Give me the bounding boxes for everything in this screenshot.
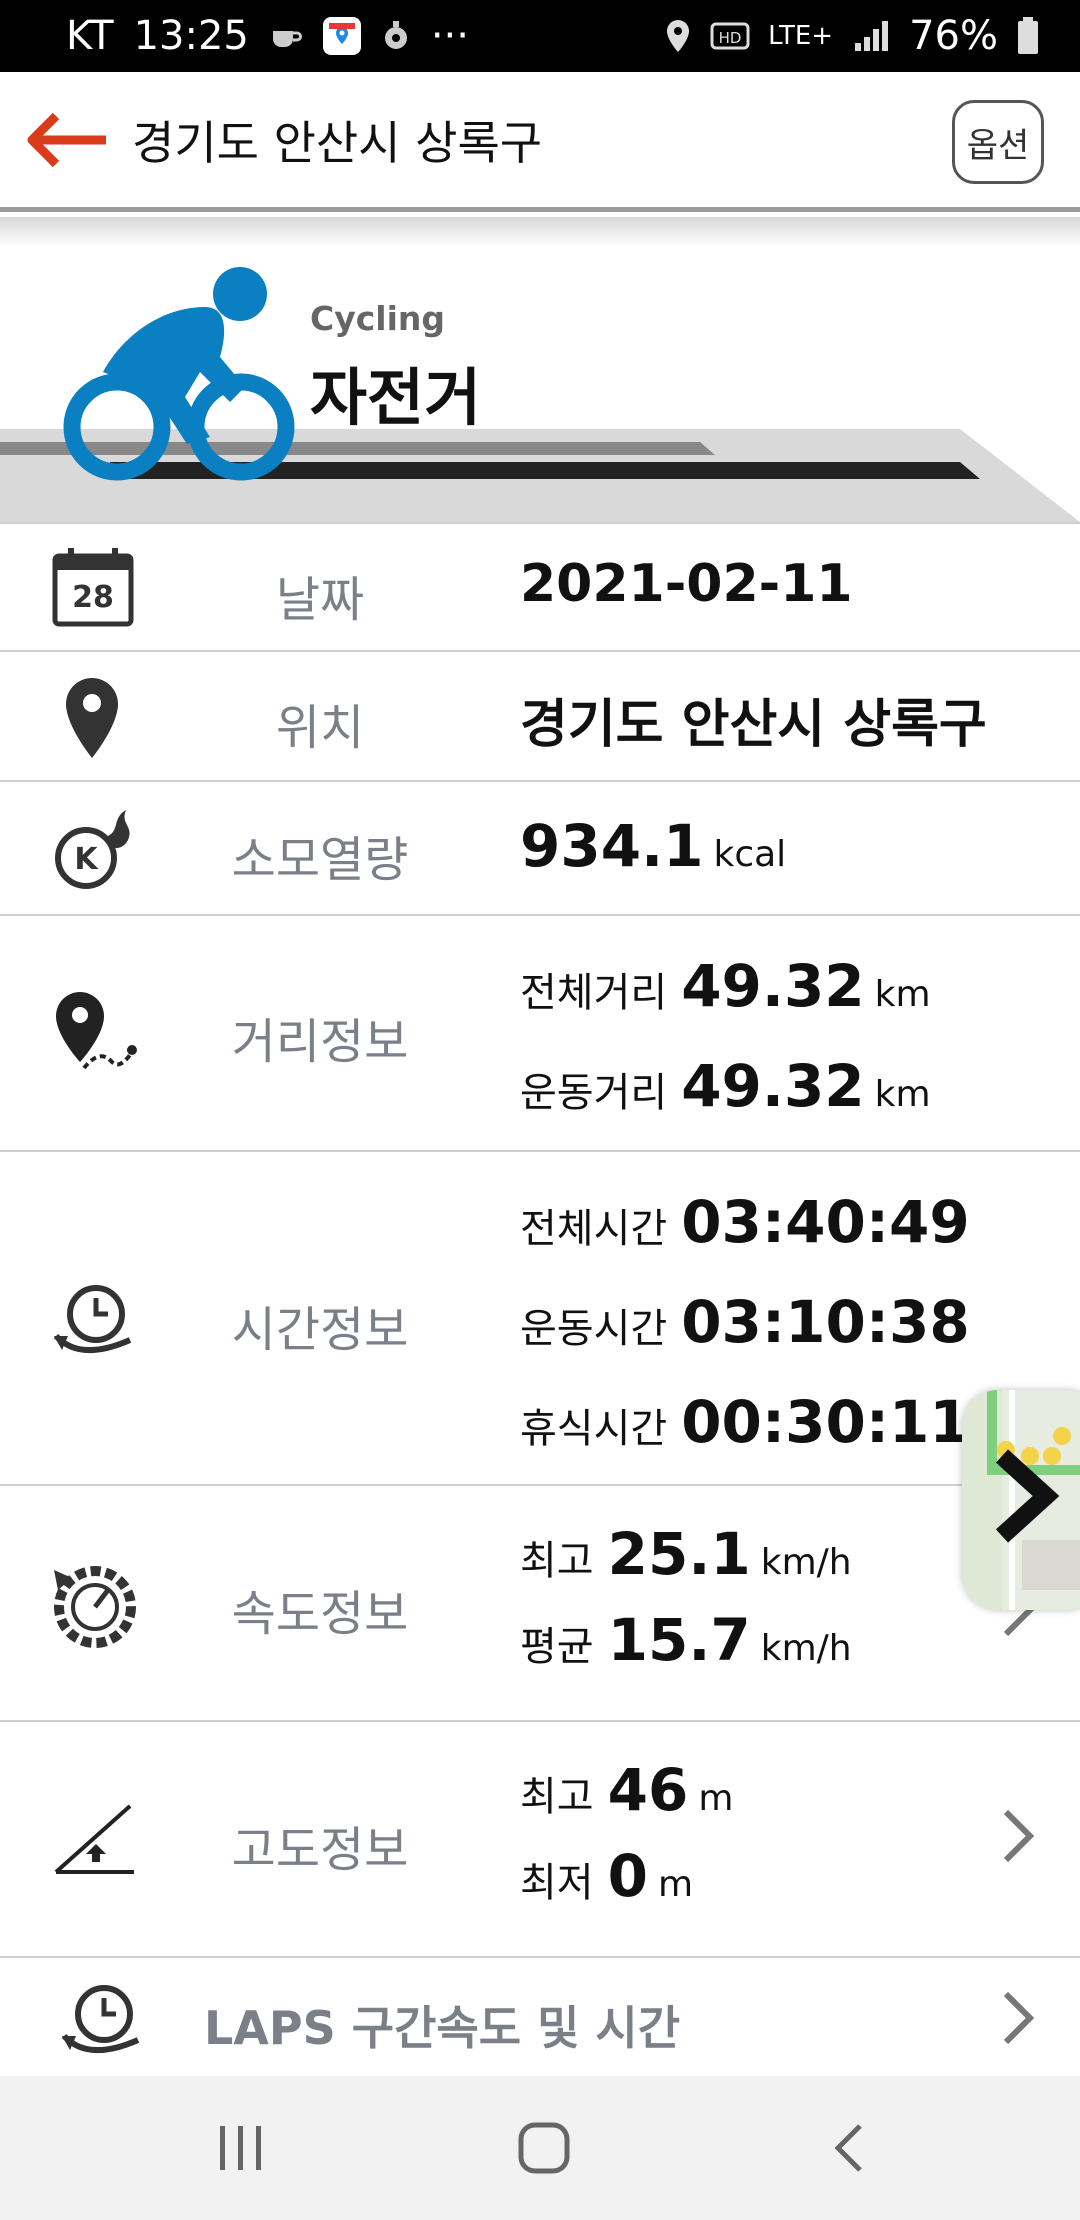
recent-apps-icon[interactable] <box>216 2120 266 2176</box>
page-title: 경기도 안산시 상록구 <box>132 115 543 170</box>
rest-time-value: 00:30:11 <box>681 1388 970 1456</box>
rest-time-line: 휴식시간 00:30:11 <box>520 1388 970 1456</box>
move-distance-line: 운동거리 49.32 km <box>520 1052 931 1120</box>
activity-type-en: Cycling <box>310 299 446 338</box>
network-type: LTE+ <box>768 21 834 51</box>
time-row: 시간정보 전체시간 03:40:49 운동시간 03:10:38 휴식시간 00… <box>0 1152 1080 1486</box>
arrow-left-icon <box>27 112 106 167</box>
total-time-line: 전체시간 03:40:49 <box>520 1188 970 1256</box>
total-time-label: 전체시간 <box>520 1206 668 1252</box>
route-distance-icon <box>56 992 137 1070</box>
total-distance-label: 전체거리 <box>520 970 668 1016</box>
system-nav-bar <box>0 2076 1080 2220</box>
map-preview-button[interactable] <box>962 1390 1080 1610</box>
location-label: 위치 <box>275 700 365 756</box>
move-distance-unit: km <box>874 1074 931 1115</box>
hd-voice-icon: HD <box>710 20 750 52</box>
total-distance-value: 49.32 <box>681 952 865 1020</box>
speedometer-icon <box>54 1566 136 1648</box>
laps-stopwatch-icon <box>61 1985 140 2053</box>
max-speed-unit: km/h <box>760 1542 852 1583</box>
avg-speed-value: 15.7 <box>607 1606 751 1674</box>
min-altitude-line: 최저 0 m <box>520 1842 693 1910</box>
map-app-icon <box>322 17 361 55</box>
avg-speed-line: 평균 15.7 km/h <box>520 1606 852 1674</box>
chevron-right-icon <box>1003 1991 1035 2045</box>
rest-time-label: 휴식시간 <box>520 1406 668 1452</box>
move-time-label: 운동시간 <box>520 1306 668 1352</box>
location-icon <box>664 18 692 54</box>
calendar-day: 28 <box>72 580 114 615</box>
move-time-line: 운동시간 03:10:38 <box>520 1288 970 1356</box>
calories-unit: kcal <box>713 834 787 875</box>
avg-speed-label: 평균 <box>520 1624 594 1670</box>
avg-speed-unit: km/h <box>760 1628 852 1669</box>
total-distance-unit: km <box>874 974 931 1015</box>
activity-banner: Cycling 자전거 <box>0 217 1080 522</box>
max-speed-value: 25.1 <box>607 1520 751 1588</box>
location-app-icon <box>381 19 411 53</box>
speed-label: 속도정보 <box>231 1586 409 1642</box>
app-header: 경기도 안산시 상록구 옵션 <box>0 72 1080 212</box>
max-altitude-label: 최고 <box>520 1774 594 1820</box>
move-distance-label: 운동거리 <box>520 1070 668 1116</box>
clock: 13:25 <box>133 13 249 59</box>
laps-row[interactable]: LAPS 구간속도 및 시간 <box>0 1958 1080 2076</box>
battery-icon <box>1016 16 1040 56</box>
calorie-burn-icon: K <box>55 810 130 889</box>
date-row: 28 날짜 2021-02-11 <box>0 522 1080 652</box>
min-altitude-unit: m <box>657 1864 694 1905</box>
carrier-label: KT <box>66 13 114 59</box>
cycling-icon <box>63 267 295 481</box>
max-altitude-line: 최고 46 m <box>520 1756 733 1824</box>
battery-percent: 76% <box>909 13 998 59</box>
max-altitude-value: 46 <box>607 1756 689 1824</box>
signal-icon <box>851 19 891 53</box>
min-altitude-label: 최저 <box>520 1860 594 1906</box>
max-speed-line: 최고 25.1 km/h <box>520 1520 852 1588</box>
altitude-row[interactable]: 고도정보 최고 46 m 최저 0 m <box>0 1722 1080 1958</box>
map-pin-icon <box>66 678 118 758</box>
laps-label: LAPS 구간속도 및 시간 <box>204 2001 681 2055</box>
date-label: 날짜 <box>275 572 365 628</box>
status-bar: KT 13:25 ··· HD LTE+ 76% <box>0 0 1080 72</box>
min-altitude-value: 0 <box>607 1842 648 1910</box>
calories-label: 소모열량 <box>231 832 409 888</box>
map-thumbnail <box>962 1390 1080 1610</box>
coffee-icon <box>269 19 303 53</box>
options-button[interactable]: 옵션 <box>952 100 1044 184</box>
svg-text:K: K <box>74 842 99 877</box>
move-distance-value: 49.32 <box>681 1052 865 1120</box>
location-value: 경기도 안산시 상록구 <box>520 695 987 755</box>
max-altitude-unit: m <box>698 1778 734 1819</box>
total-time-value: 03:40:49 <box>681 1188 970 1256</box>
more-notifications: ··· <box>430 13 469 59</box>
move-time-value: 03:10:38 <box>681 1288 970 1356</box>
speed-row[interactable]: 속도정보 최고 25.1 km/h 평균 15.7 km/h <box>0 1486 1080 1722</box>
calories-value: 934.1 <box>520 812 704 880</box>
activity-type-ko: 자전거 <box>310 361 482 434</box>
svg-text:HD: HD <box>719 29 742 47</box>
location-row: 위치 경기도 안산시 상록구 <box>0 652 1080 782</box>
back-button[interactable] <box>18 90 118 190</box>
stopwatch-icon <box>53 1285 132 1353</box>
back-nav-icon[interactable] <box>828 2120 868 2176</box>
calories-row: K 소모열량 934.1 kcal <box>0 782 1080 916</box>
altitude-label: 고도정보 <box>231 1822 409 1878</box>
date-value: 2021-02-11 <box>520 554 853 614</box>
elevation-icon <box>54 1804 134 1874</box>
distance-label: 거리정보 <box>231 1014 409 1070</box>
distance-row: 거리정보 전체거리 49.32 km 운동거리 49.32 km <box>0 916 1080 1152</box>
max-speed-label: 최고 <box>520 1538 594 1584</box>
chevron-right-icon <box>1003 1809 1035 1863</box>
total-distance-line: 전체거리 49.32 km <box>520 952 931 1020</box>
home-icon[interactable] <box>516 2120 572 2176</box>
time-label: 시간정보 <box>231 1302 409 1358</box>
